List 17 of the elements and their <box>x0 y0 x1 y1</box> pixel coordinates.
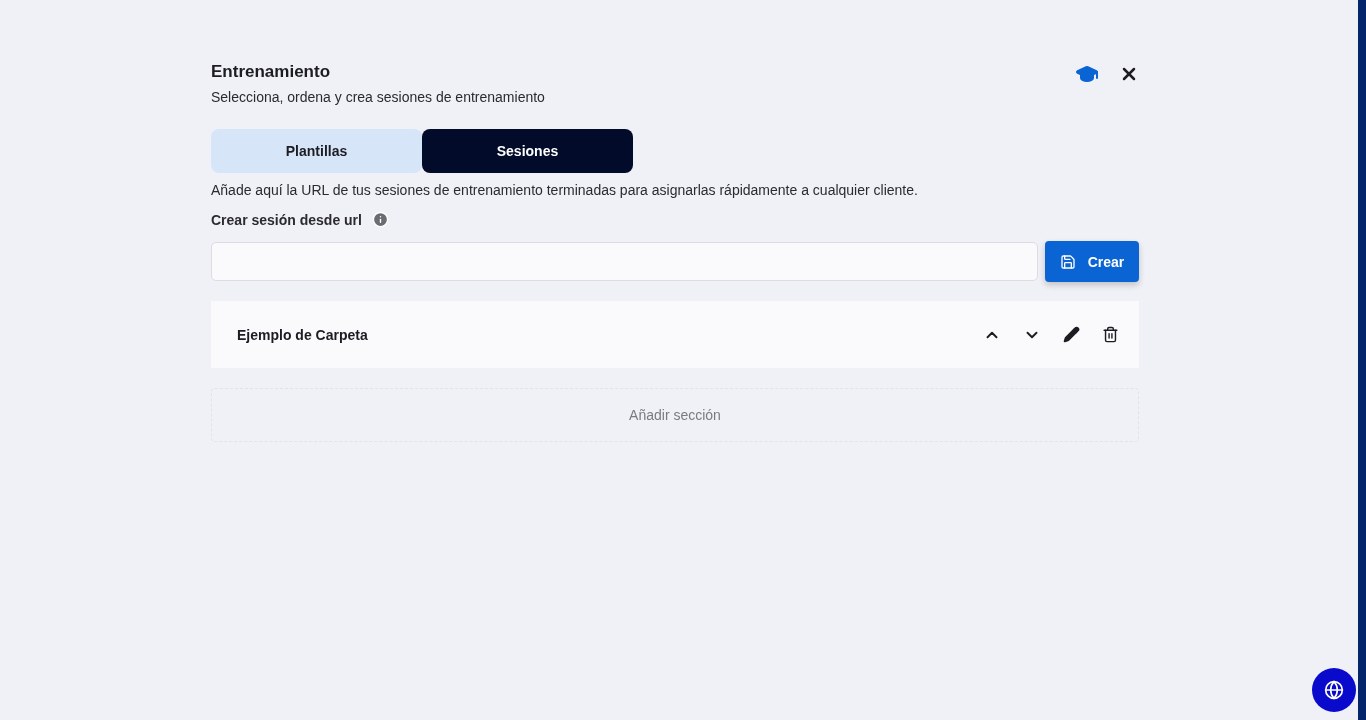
create-button[interactable]: Crear <box>1045 241 1139 282</box>
tab[interactable]: Sesiones <box>422 129 633 173</box>
dialog-subtitle: Selecciona, ordena y crea sesiones de entrenamiento <box>211 89 545 105</box>
folder-name: Ejemplo de Carpeta <box>237 326 368 343</box>
scrollbar[interactable] <box>1358 0 1366 720</box>
pencil-icon[interactable] <box>1063 325 1080 344</box>
url-input-field[interactable] <box>211 242 1038 281</box>
tab[interactable]: Plantillas <box>211 129 422 173</box>
info-icon[interactable] <box>371 211 389 228</box>
dialog-title: Entrenamiento <box>211 62 332 82</box>
description-text: Añade aquí la URL de tus sesiones de entrenamiento terminadas para asignarlas rápidamente a cualquier cliente. <box>211 182 919 198</box>
floating-action-button[interactable] <box>1312 668 1356 712</box>
add-section-button[interactable]: Añadir sección <box>211 388 1139 442</box>
globe-icon <box>1324 680 1344 700</box>
field-label: Crear sesión desde url <box>211 211 362 228</box>
save-icon <box>1059 253 1076 270</box>
trash-icon[interactable] <box>1102 325 1119 344</box>
